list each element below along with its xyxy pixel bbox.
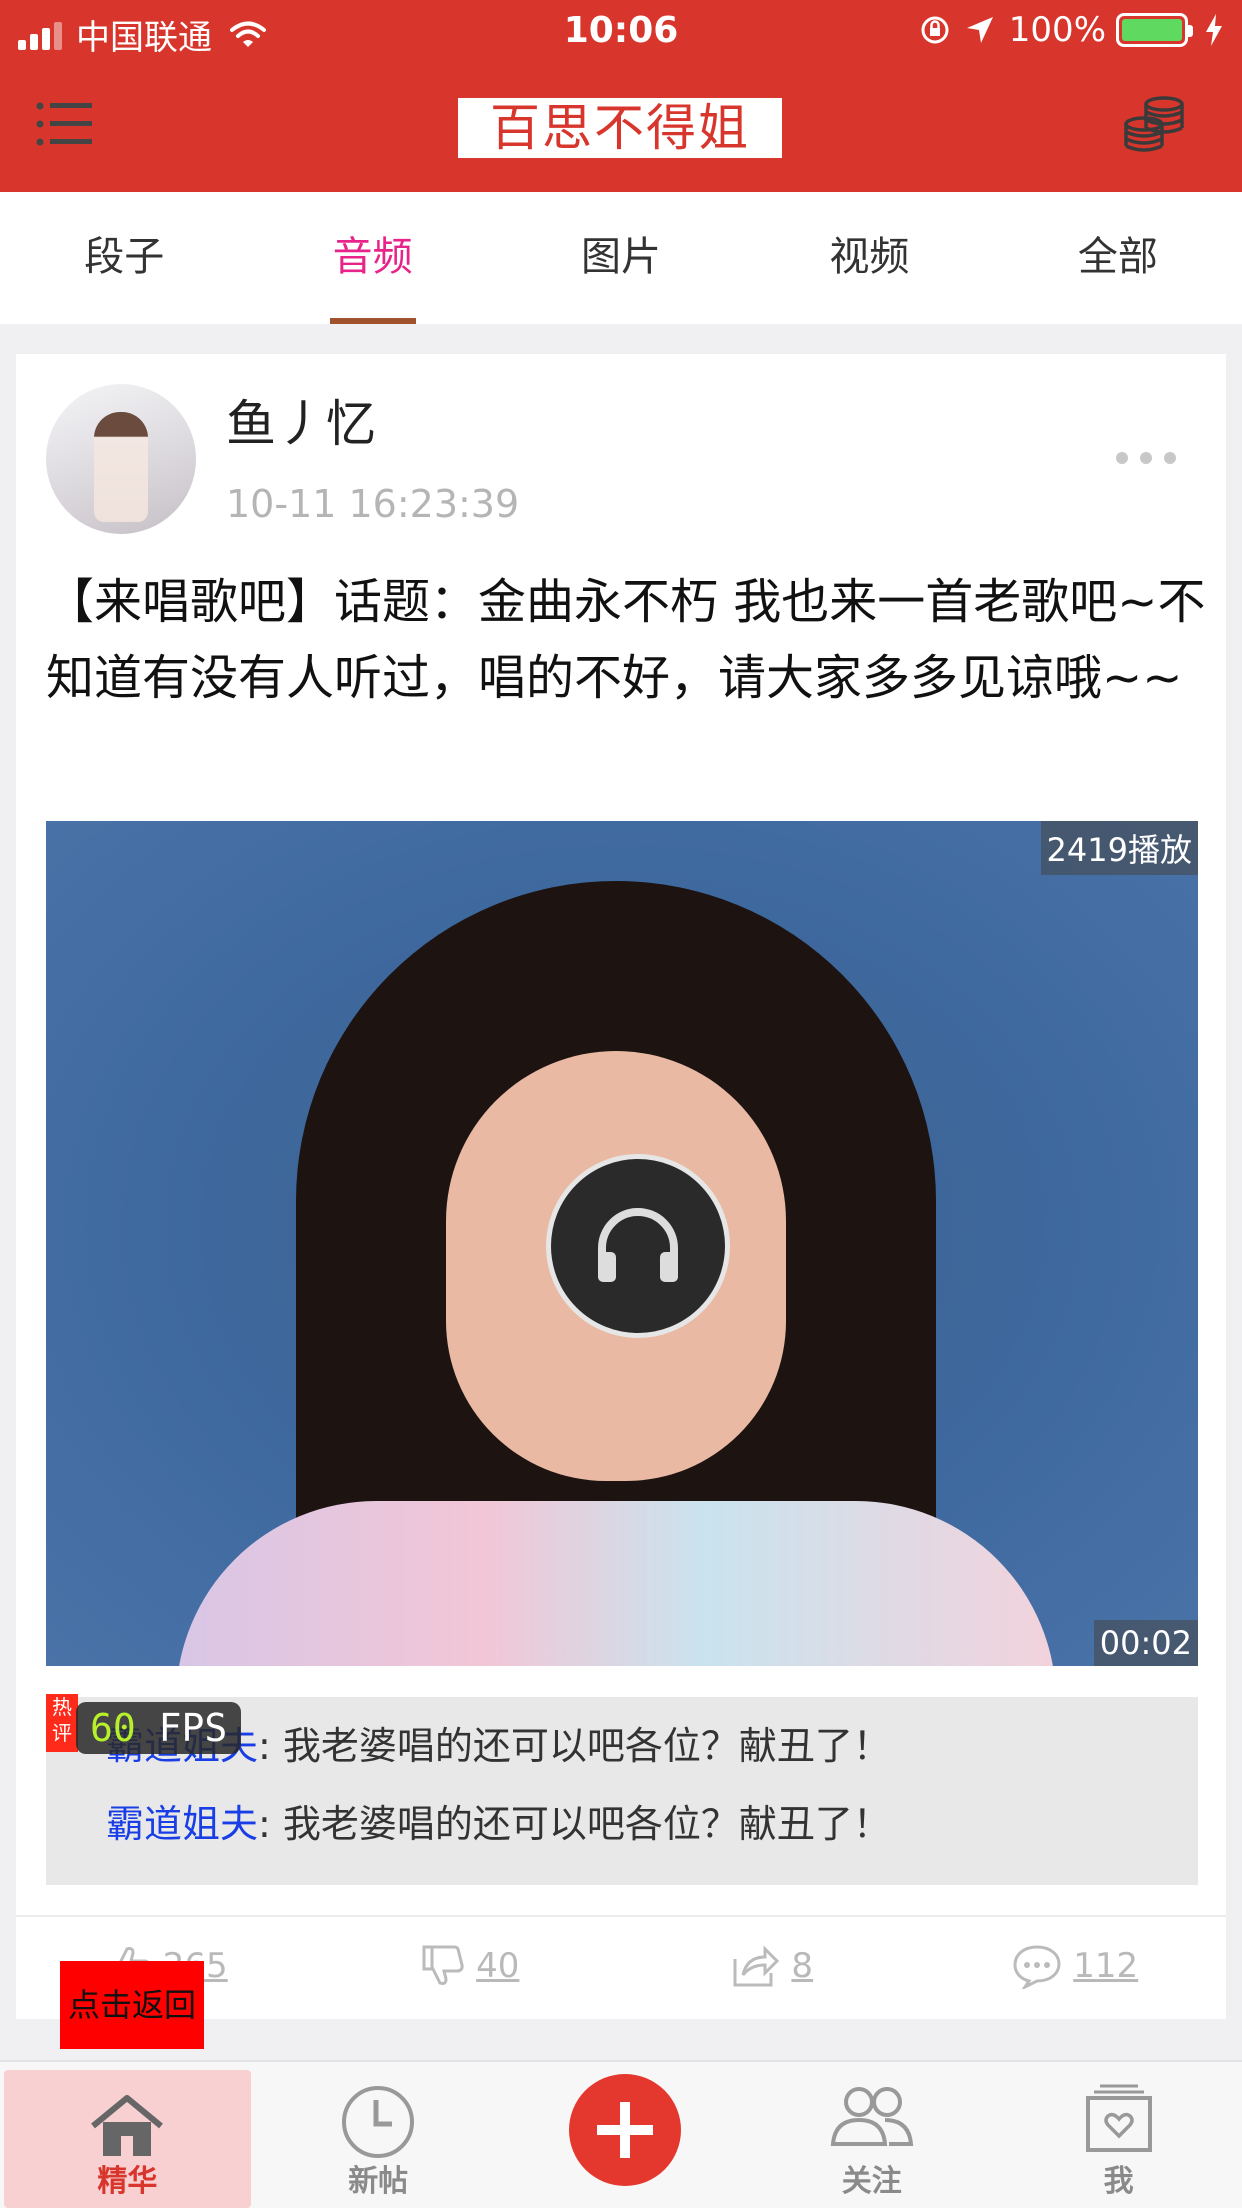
location-icon [966, 17, 993, 43]
post-content[interactable]: 【来唱歌吧】话题：金曲永不朽 我也来一首老歌吧~不知道有没有人听过，唱的不好，请… [46, 564, 1216, 716]
audio-duration: 00:02 [1093, 1620, 1198, 1666]
charging-icon [1206, 14, 1222, 46]
battery-percent: 100% [1008, 10, 1106, 50]
publish-button[interactable] [568, 2074, 681, 2186]
post-username[interactable]: 鱼丿忆 [226, 384, 376, 456]
headphones-icon [598, 1208, 678, 1282]
audio-cover[interactable]: 2419播放 00:02 [46, 821, 1198, 1666]
more-options-icon[interactable] [1116, 452, 1176, 464]
play-count: 2419播放 [1040, 821, 1198, 875]
avatar[interactable] [46, 384, 196, 534]
clock-icon [342, 2086, 415, 2158]
dislike-button[interactable]: 40 [319, 1916, 622, 2016]
app-logo: 百思不得姐 [458, 98, 782, 158]
category-tabs: 段子 音频 图片 视频 全部 [0, 192, 1242, 324]
profile-icon [1085, 2084, 1152, 2152]
bottom-tab-bar: 精华 新帖 关注 我 [0, 2060, 1242, 2208]
people-icon [830, 2087, 913, 2146]
post-card: 鱼丿忆 10-11 16:23:39 【来唱歌吧】话题：金曲永不朽 我也来一首老… [16, 354, 1226, 2019]
status-bar: 中国联通 10:06 100% [0, 0, 1242, 62]
tab-jokes[interactable]: 段子 [0, 192, 248, 324]
tab-all[interactable]: 全部 [994, 192, 1242, 324]
rotation-lock-icon [921, 16, 949, 44]
tabbar-item-me[interactable]: 我 [995, 2062, 1242, 2208]
coins-icon[interactable] [1122, 94, 1186, 154]
post-time: 10-11 16:23:39 [226, 482, 520, 526]
top-bar: 中国联通 10:06 100% 百思不得姐 [0, 0, 1242, 192]
tabbar-item-publish[interactable] [502, 2062, 749, 2208]
plus-icon [596, 2102, 653, 2158]
nav-bar: 百思不得姐 [0, 62, 1242, 192]
thumbs-down-icon [422, 1945, 464, 1985]
tabbar-item-new[interactable]: 新帖 [255, 2062, 502, 2208]
tabbar-item-featured[interactable]: 精华 [4, 2070, 251, 2208]
tabbar-item-follow[interactable]: 关注 [748, 2062, 995, 2208]
comment-bubble-icon [1013, 1945, 1061, 1989]
share-icon [733, 1945, 780, 1987]
home-icon [91, 2095, 164, 2156]
audio-play-button[interactable] [546, 1154, 730, 1338]
back-button[interactable]: 点击返回 [60, 1961, 204, 2049]
fps-counter: 60 FPS [76, 1702, 242, 1754]
tab-pictures[interactable]: 图片 [497, 192, 745, 324]
comment-button[interactable]: 112 [924, 1916, 1227, 2016]
menu-icon[interactable] [36, 100, 94, 148]
list-item[interactable]: 霸道姐夫: 我老婆唱的还可以吧各位？献丑了！ [106, 1793, 891, 1848]
share-button[interactable]: 8 [621, 1916, 924, 2016]
hot-comment-badge: 热评 [46, 1694, 78, 1752]
tab-videos[interactable]: 视频 [745, 192, 993, 324]
battery-icon [1116, 13, 1193, 47]
tab-audio[interactable]: 音频 [248, 192, 496, 324]
